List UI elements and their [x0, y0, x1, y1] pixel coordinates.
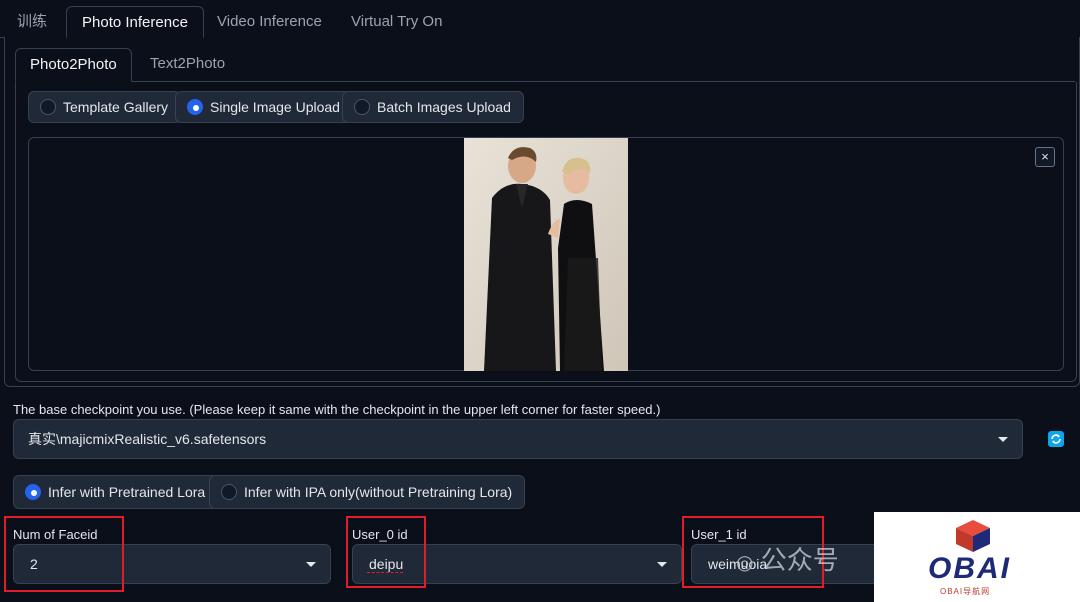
- radio-single-image-upload[interactable]: Single Image Upload: [175, 91, 353, 123]
- top-tab-bar: 训练 Photo Inference Video Inference Virtu…: [0, 0, 1080, 40]
- checkpoint-dropdown[interactable]: 真实\majicmixRealistic_v6.safetensors: [13, 419, 1023, 459]
- checkpoint-label: The base checkpoint you use. (Please kee…: [13, 402, 661, 417]
- tab-text2photo[interactable]: Text2Photo: [150, 48, 225, 82]
- tab-photo-inference[interactable]: Photo Inference: [66, 6, 204, 38]
- radio-label: Batch Images Upload: [377, 99, 511, 115]
- watermark-text: ◎ 公众号: [736, 540, 839, 577]
- chevron-down-icon: [306, 562, 316, 567]
- radio-indicator-selected: [25, 484, 41, 500]
- highlight-box-user0: [346, 516, 426, 588]
- chevron-down-icon: [998, 437, 1008, 442]
- logo-card: OBAI OBAI导航网: [874, 512, 1080, 602]
- radio-label: Template Gallery: [63, 99, 169, 115]
- logo-subtitle: OBAI导航网: [940, 587, 991, 596]
- radio-indicator: [354, 99, 370, 115]
- chevron-down-icon: [657, 562, 667, 567]
- photo-inference-panel: Photo2Photo Text2Photo Template Gallery …: [4, 37, 1080, 387]
- highlight-box-faceid: [4, 516, 124, 592]
- radio-label: Infer with Pretrained Lora: [48, 484, 206, 500]
- logo-text: OBAI: [928, 552, 1011, 585]
- cube-logo-icon: [956, 520, 990, 552]
- radio-indicator: [40, 99, 56, 115]
- refresh-icon[interactable]: [1048, 431, 1064, 447]
- photo2photo-content: Template Gallery Single Image Upload Bat…: [15, 82, 1077, 382]
- wechat-icon: ◎: [736, 552, 754, 574]
- tab-virtual-try-on[interactable]: Virtual Try On: [351, 6, 442, 38]
- radio-infer-ipa-only[interactable]: Infer with IPA only(without Pretraining …: [209, 475, 526, 509]
- radio-batch-images-upload[interactable]: Batch Images Upload: [342, 91, 524, 123]
- radio-template-gallery[interactable]: Template Gallery: [28, 91, 182, 123]
- radio-label: Infer with IPA only(without Pretraining …: [244, 484, 513, 500]
- image-upload-area[interactable]: ×: [28, 137, 1064, 371]
- tab-video-inference[interactable]: Video Inference: [217, 6, 322, 38]
- radio-indicator-selected: [187, 99, 203, 115]
- uploaded-photo: [464, 138, 628, 371]
- refresh-glyph: [1051, 434, 1061, 444]
- tab-photo2photo[interactable]: Photo2Photo: [15, 48, 132, 82]
- checkpoint-value: 真实\majicmixRealistic_v6.safetensors: [28, 431, 267, 447]
- radio-indicator: [221, 484, 237, 500]
- radio-label: Single Image Upload: [210, 99, 340, 115]
- sub-tab-bar: Photo2Photo Text2Photo: [15, 48, 1075, 83]
- close-icon[interactable]: ×: [1035, 147, 1055, 167]
- tab-train[interactable]: 训练: [17, 6, 47, 38]
- watermark-label: 公众号: [760, 545, 839, 575]
- radio-infer-pretrained-lora[interactable]: Infer with Pretrained Lora: [13, 475, 219, 509]
